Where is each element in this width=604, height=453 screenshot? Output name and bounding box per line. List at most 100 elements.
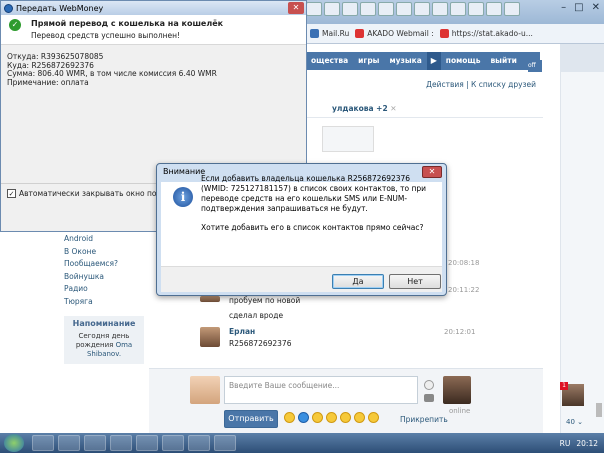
taskbar-app-icon[interactable] [110,435,132,451]
window-titlebar[interactable]: Передать WebMoney [1,1,306,15]
nav-item-help[interactable]: помощь [441,52,486,70]
auto-close-checkbox[interactable]: ✓ [7,189,16,198]
left-menu-item[interactable]: Пообщаемся? [64,259,148,272]
chevron-down-icon: ⌄ [577,418,584,426]
play-icon[interactable]: ▶ [426,52,441,70]
scrollbar[interactable] [596,403,602,417]
taskbar-app-icon[interactable] [188,435,210,451]
tongue-icon[interactable] [340,412,351,423]
online-status: online [449,407,471,415]
camera-icon[interactable] [424,394,434,402]
browser-tab[interactable] [360,2,376,16]
clock[interactable]: 20:12 [576,439,598,448]
browser-tab[interactable] [504,2,520,16]
system-tray: RU 20:12 [560,433,598,453]
nav-item-games[interactable]: игры [353,52,384,70]
left-menu-item[interactable]: Войнушка [64,272,148,285]
reminder-body: Сегодня день рождения Oma Shibanov. [75,332,133,358]
laugh-icon[interactable] [312,412,323,423]
taskbar-app-icon[interactable] [84,435,106,451]
nav-item-logout[interactable]: выйти [485,52,521,70]
browser-tab[interactable] [486,2,502,16]
taskbar-app-icon[interactable] [136,435,158,451]
left-menu-item[interactable]: Android [64,234,148,247]
taskbar-app-icon[interactable] [214,435,236,451]
message-time: 20:12:01 [444,328,476,336]
browser-tab[interactable] [414,2,430,16]
attach-link[interactable]: Прикрепить [400,415,448,424]
transfer-note: Примечание: оплата [7,77,89,87]
browser-tab[interactable] [378,2,394,16]
browser-tab[interactable] [324,2,340,16]
browser-tab[interactable] [450,2,466,16]
nav-item-communities[interactable]: ощества [306,52,353,70]
close-button[interactable]: ✕ [288,2,304,14]
page-icon [439,29,449,38]
message-sender[interactable]: Ерлан [229,327,255,336]
emoji-bar [284,412,379,423]
success-check-icon: ✓ [9,19,21,31]
friends-count[interactable]: 40 ⌄ [566,418,583,426]
avatar[interactable] [200,327,220,347]
friend-avatar[interactable]: 1 [560,382,584,406]
bookmark-item[interactable]: AKADO Webmail : [355,29,434,38]
browser-window-controls: – □ ✕ [561,2,600,13]
smile-icon[interactable] [424,380,434,390]
no-button[interactable]: Нет [389,274,441,289]
chat-actions[interactable]: Действия | К списку друзей [306,80,542,94]
akado-icon [355,29,365,38]
dialog-question: Хотите добавить его в список контактов п… [201,223,424,232]
taskbar-app-icon[interactable] [162,435,184,451]
grin-icon[interactable] [326,412,337,423]
close-icon[interactable]: ✕ [592,2,600,13]
bookmarks-bar: Mail.Ru AKADO Webmail : https://stat.aka… [306,24,604,44]
webmoney-logo-icon [4,3,13,13]
bookmark-item[interactable]: Mail.Ru [310,29,349,38]
yes-button[interactable]: Да [332,274,384,289]
header-title: Прямой перевод с кошелька на кошелёк [31,19,224,28]
message-text: сделал вроде [229,311,284,320]
taskbar-app-icon[interactable] [58,435,80,451]
smile-icon[interactable] [284,412,295,423]
window-title: Передать WebMoney [16,3,104,13]
start-button[interactable] [4,434,24,452]
taskbar-app-icon[interactable] [32,435,54,451]
browser-tab[interactable] [432,2,448,16]
message-text: пробуем по новой [229,296,301,305]
image-thumbnail[interactable] [322,126,374,152]
browser-tab[interactable] [468,2,484,16]
header-status: Перевод средств успешно выполнен! [31,31,181,40]
left-menu-item[interactable]: Радио [64,284,148,297]
minimize-icon[interactable]: – [561,2,566,13]
chat-participants[interactable]: улдакова +2 ✕ [332,104,397,113]
language-indicator[interactable]: RU [560,439,571,448]
message-input[interactable]: Введите Ваше сообщение... [224,376,418,404]
sad-icon[interactable] [368,412,379,423]
dialog-message: Если добавить владельца кошелька R256872… [201,174,426,213]
nav-item-music[interactable]: музыка [384,52,426,70]
avatar[interactable] [200,296,220,302]
left-menu: Android В Оконе Пообщаемся? Войнушка Рад… [64,234,148,309]
reminder-title: Напоминание [72,319,136,328]
browser-tab-strip [306,0,520,18]
browser-tab[interactable] [342,2,358,16]
bookmark-item[interactable]: https://stat.akado-u... [439,29,533,38]
left-menu-item[interactable]: В Оконе [64,247,148,260]
message-time: 20:11:22 [448,286,480,294]
close-icon[interactable]: ✕ [390,104,396,113]
reminder-box: Напоминание Сегодня день рождения Oma Sh… [64,316,144,364]
cool-icon[interactable] [354,412,365,423]
contact-avatar[interactable] [443,376,471,404]
info-icon: i [173,187,193,207]
browser-tab[interactable] [306,2,322,16]
left-menu-item[interactable]: Тюряга [64,297,148,310]
wink-icon[interactable] [298,412,309,423]
nav-off-badge[interactable]: off [528,60,542,72]
send-button[interactable]: Отправить [224,410,278,428]
mail-icon [310,29,319,38]
message-text: R256872692376 [229,339,292,348]
browser-tab[interactable] [396,2,412,16]
my-avatar[interactable] [190,376,220,404]
taskbar-apps [32,435,236,451]
maximize-icon[interactable]: □ [574,2,583,13]
